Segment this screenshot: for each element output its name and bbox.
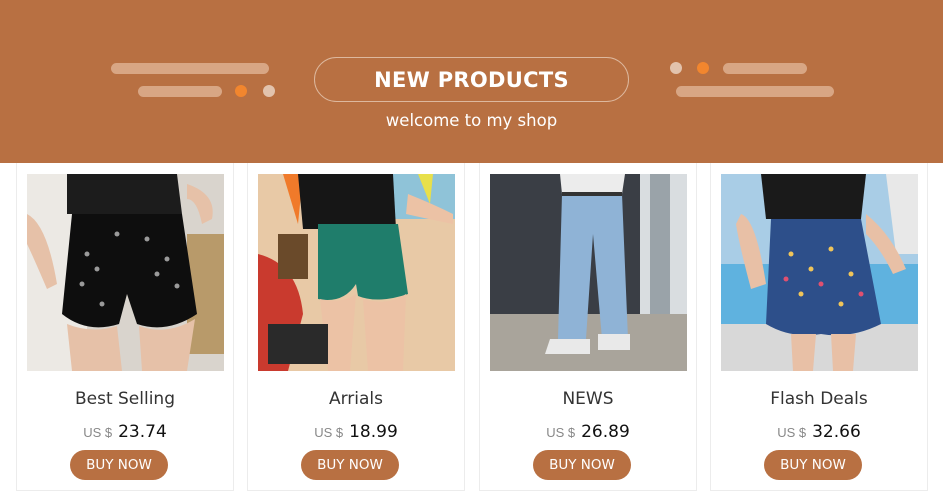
product-name: Best Selling: [74, 389, 176, 409]
product-name: Arrials: [328, 389, 384, 409]
decor-bar: [676, 86, 834, 97]
decor-bar: [111, 63, 269, 74]
product-image[interactable]: [258, 174, 455, 371]
product-image[interactable]: [27, 174, 224, 371]
decor-dot: [697, 62, 709, 74]
product-price: US $ 26.89: [480, 422, 696, 442]
product-card[interactable]: Best Selling US $ 23.74 BUY NOW: [16, 163, 234, 491]
price-amount: 32.66: [812, 422, 861, 442]
promo-page: NEW PRODUCTS welcome to my shop Best Sel…: [0, 0, 943, 503]
buy-now-button[interactable]: BUY NOW: [533, 450, 631, 480]
product-card[interactable]: NEWS US $ 26.89 BUY NOW: [479, 163, 697, 491]
decor-dot: [263, 85, 275, 97]
product-image[interactable]: [721, 174, 918, 371]
product-price: US $ 18.99: [248, 422, 464, 442]
price-currency: US $: [314, 425, 344, 440]
buy-now-button[interactable]: BUY NOW: [764, 450, 862, 480]
product-card[interactable]: Arrials US $ 18.99 BUY NOW: [247, 163, 465, 491]
product-grid: Best Selling US $ 23.74 BUY NOW Arrials U…: [16, 163, 928, 491]
price-amount: 23.74: [118, 422, 167, 442]
buy-now-button[interactable]: BUY NOW: [70, 450, 168, 480]
new-products-banner: NEW PRODUCTS welcome to my shop: [0, 0, 943, 163]
product-image[interactable]: [490, 174, 687, 371]
product-name: NEWS: [562, 389, 614, 409]
price-amount: 18.99: [349, 422, 398, 442]
decor-bar: [138, 86, 222, 97]
banner-subtitle: welcome to my shop: [385, 111, 558, 130]
product-price: US $ 23.74: [17, 422, 233, 442]
decor-dot: [670, 62, 682, 74]
price-currency: US $: [83, 425, 113, 440]
product-card[interactable]: Flash Deals US $ 32.66 BUY NOW: [710, 163, 928, 491]
product-name: Flash Deals: [770, 389, 868, 409]
decor-dot: [235, 85, 247, 97]
product-price: US $ 32.66: [711, 422, 927, 442]
price-currency: US $: [546, 425, 576, 440]
banner-title: NEW PRODUCTS: [314, 57, 629, 102]
price-currency: US $: [777, 425, 807, 440]
decor-bar: [723, 63, 807, 74]
price-amount: 26.89: [581, 422, 630, 442]
buy-now-button[interactable]: BUY NOW: [301, 450, 399, 480]
